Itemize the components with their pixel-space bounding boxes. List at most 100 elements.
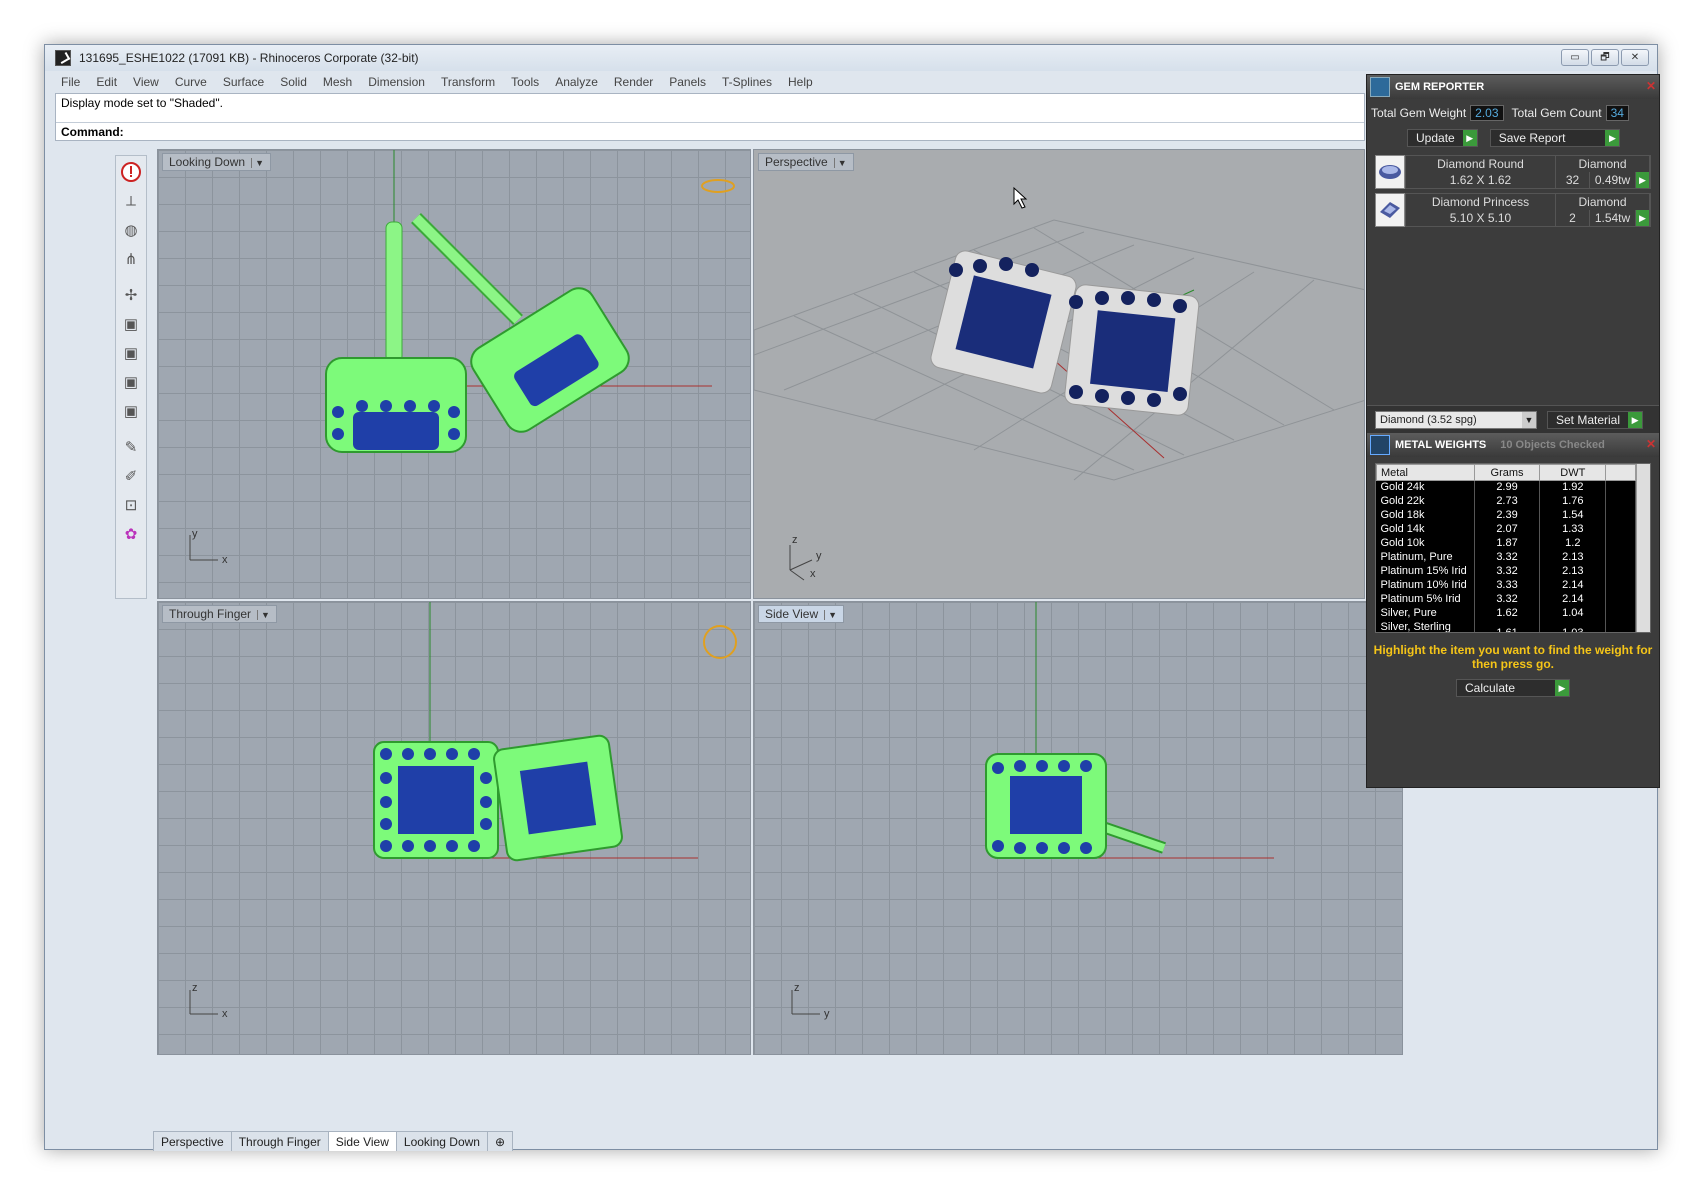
gumball-icon[interactable]: ✢ [118,282,144,308]
set-material-button[interactable]: Set Material ▶ [1547,410,1644,429]
chevron-down-icon[interactable]: ▼ [251,158,264,168]
viewport-label-through-finger[interactable]: Through Finger ▼ [162,605,277,623]
go-arrow-icon: ▶ [1555,680,1570,696]
material-row: Diamond (3.52 spg) ▼ Set Material ▶ [1367,405,1659,433]
material-icon[interactable]: ✐ [118,463,144,489]
box-side-icon[interactable]: ▣ [118,369,144,395]
axis-label-z: z [794,982,800,994]
add-tab-button[interactable]: ⊕ [486,1131,514,1151]
metal-name-cell: Gold 14k [1376,522,1475,537]
menu-view[interactable]: View [125,73,167,91]
blank-cell [1605,508,1636,523]
box-icon[interactable]: ▣ [118,311,144,337]
gem-row[interactable]: Diamond Round Diamond 1.62 X 1.62 32 0.49tw… [1375,155,1651,189]
side-view-model [791,602,1274,1015]
globe-icon[interactable]: ◍ [118,217,144,243]
dwt-cell: 1.33 [1539,522,1607,537]
menu-render[interactable]: Render [606,73,661,91]
close-icon[interactable]: ✕ [1646,437,1656,451]
save-report-label: Save Report [1498,131,1566,145]
column-header-metal[interactable]: Metal [1376,464,1475,481]
gem-row[interactable]: Diamond Princess Diamond 5.10 X 5.10 2 1.54… [1375,193,1651,227]
menu-mesh[interactable]: Mesh [315,73,360,91]
table-row[interactable]: Gold 22k 2.73 1.76 [1376,494,1636,509]
menu-analyze[interactable]: Analyze [547,73,606,91]
osnap-icon[interactable]: ⋔ [118,246,144,272]
window-title: 131695_ESHE1022 (17091 KB) - Rhinoceros … [79,51,419,65]
command-input[interactable]: Command: [56,122,1364,141]
table-row[interactable]: Platinum 5% Irid 3.32 2.14 [1376,592,1636,607]
chevron-down-icon[interactable]: ▼ [833,158,847,168]
calculate-button[interactable]: Calculate ▶ [1455,679,1571,697]
axis-label-z: z [192,982,198,994]
chevron-down-icon[interactable]: ▼ [257,610,270,620]
princess-diamond-icon [1375,193,1405,227]
go-arrow-icon[interactable]: ▶ [1636,210,1650,226]
chevron-down-icon[interactable]: ▼ [824,610,837,620]
update-button[interactable]: Update ▶ [1407,129,1478,147]
tab-side-view[interactable]: Side View [327,1131,397,1151]
render-icon[interactable]: ⊡ [118,492,144,518]
blank-cell [1605,620,1636,632]
table-row[interactable]: Platinum 15% Irid 3.32 2.13 [1376,564,1636,579]
box-back-icon[interactable]: ▣ [118,398,144,424]
go-arrow-icon[interactable]: ▶ [1636,172,1650,188]
title-bar[interactable]: 131695_ESHE1022 (17091 KB) - Rhinoceros … [45,45,1657,71]
column-header-grams[interactable]: Grams [1473,464,1541,481]
viewport-label-looking-down[interactable]: Looking Down ▼ [162,153,271,171]
viewport-looking-down[interactable]: y x Looking Down ▼ [157,149,751,599]
menu-help[interactable]: Help [780,73,821,91]
gem-weight: 1.54tw [1590,210,1636,226]
menu-surface[interactable]: Surface [215,73,272,91]
rhino-app-icon [55,50,71,66]
menu-curve[interactable]: Curve [167,73,215,91]
dwt-cell: 2.13 [1539,564,1607,579]
column-header-dwt[interactable]: DWT [1539,464,1607,481]
chevron-down-icon[interactable]: ▼ [1522,411,1536,428]
close-button[interactable]: ✕ [1621,49,1649,66]
menu-tsplines[interactable]: T-Splines [714,73,780,91]
table-row[interactable]: Gold 18k 2.39 1.54 [1376,508,1636,523]
menu-file[interactable]: File [53,73,88,91]
viewport-through-finger[interactable]: z x Through Finger ▼ [157,601,751,1055]
gem-reporter-header[interactable]: GEM REPORTER ✕ [1367,75,1659,99]
table-row[interactable]: Gold 24k 2.99 1.92 [1376,480,1636,495]
tab-through-finger[interactable]: Through Finger [230,1131,329,1151]
viewport-perspective[interactable]: z y x Perspective ▼ [753,149,1365,599]
menu-dimension[interactable]: Dimension [360,73,433,91]
viewport-label-perspective[interactable]: Perspective ▼ [758,153,854,171]
minimize-button[interactable]: ▭ [1561,49,1589,66]
metal-weights-header[interactable]: METAL WEIGHTS 10 Objects Checked ✕ [1367,433,1659,457]
viewport-side-view[interactable]: z y Side View ▼ [753,601,1403,1055]
blank-cell [1605,550,1636,565]
menu-transform[interactable]: Transform [433,73,503,91]
viewport-label-side-view[interactable]: Side View ▼ [758,605,845,623]
table-row[interactable]: Gold 10k 1.87 1.2 [1376,536,1636,551]
axis-label-y: y [824,1008,830,1020]
table-row[interactable]: Silver, Sterling (9...1.611.03 [1376,620,1636,632]
scrollbar[interactable] [1636,464,1650,632]
box-front-icon[interactable]: ▣ [118,340,144,366]
restore-button[interactable]: 🗗 [1591,49,1619,66]
table-row[interactable]: Silver, Pure 1.62 1.04 [1376,606,1636,621]
metal-name-cell: Platinum 15% Irid [1376,564,1475,579]
paint-icon[interactable]: ✎ [118,434,144,460]
table-row[interactable]: Platinum, Pure 3.32 2.13 [1376,550,1636,565]
cplane-icon[interactable]: ⟂ [118,188,144,214]
stop-icon[interactable] [118,159,144,185]
tab-looking-down[interactable]: Looking Down [395,1131,488,1151]
menu-panels[interactable]: Panels [661,73,714,91]
grams-cell: 1.61 [1474,620,1541,632]
set-material-label: Set Material [1556,412,1621,427]
table-row[interactable]: Gold 14k 2.07 1.33 [1376,522,1636,537]
material-select[interactable]: Diamond (3.52 spg) ▼ [1375,410,1537,429]
table-row[interactable]: Platinum 10% Irid 3.33 2.14 [1376,578,1636,593]
menu-solid[interactable]: Solid [272,73,315,91]
gem-settings-icon[interactable]: ✿ [118,521,144,547]
menu-edit[interactable]: Edit [88,73,125,91]
menu-tools[interactable]: Tools [503,73,547,91]
save-report-button[interactable]: Save Report ▶ [1489,129,1621,147]
close-icon[interactable]: ✕ [1646,79,1656,93]
metal-weights-table[interactable]: Metal Grams DWT Gold 24k 2.99 1.92 Gold 22k… [1375,463,1651,633]
tab-perspective[interactable]: Perspective [153,1131,232,1151]
